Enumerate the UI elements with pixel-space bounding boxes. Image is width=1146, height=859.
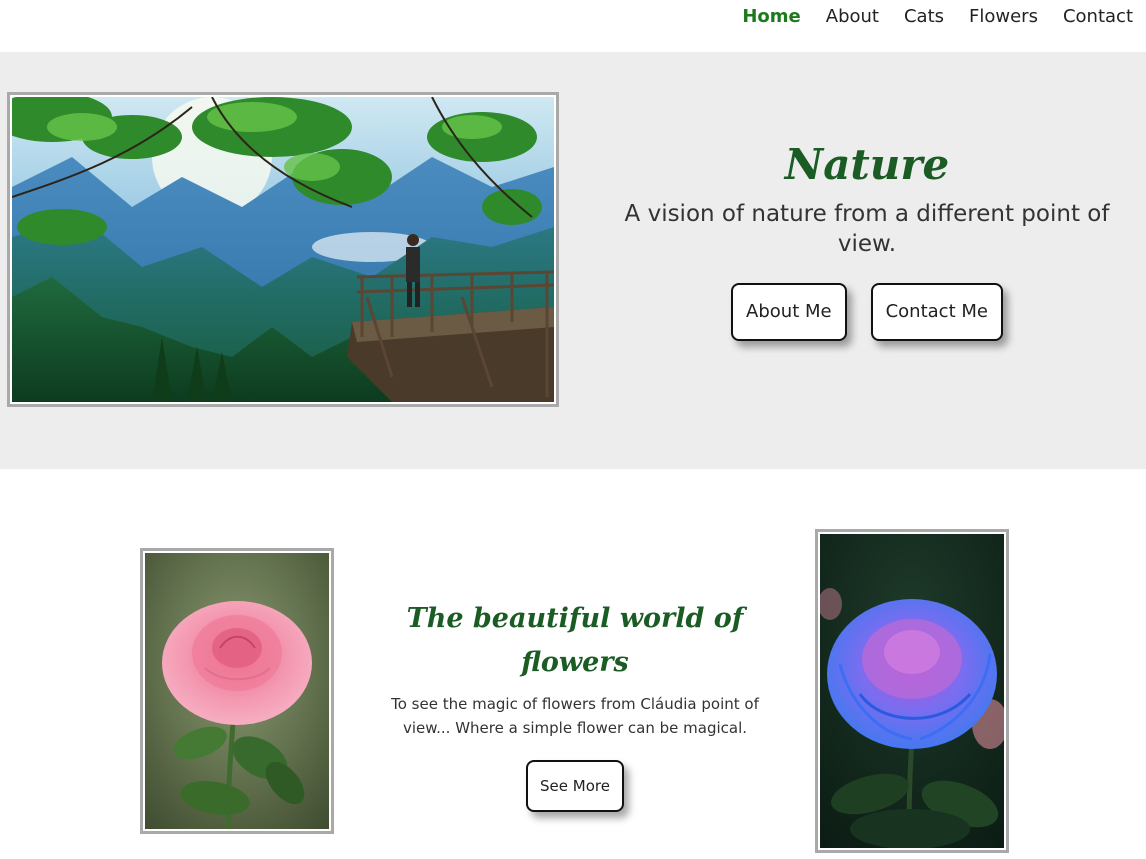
hero-text-block: Nature A vision of nature from a differe… xyxy=(600,137,1134,341)
nav-flowers-link[interactable]: Flowers xyxy=(969,5,1038,29)
see-more-button[interactable]: See More xyxy=(526,760,624,812)
pink-rose-image xyxy=(140,548,334,834)
mountain-viewpoint-illustration xyxy=(12,97,554,402)
nav-links: Home About Cats Flowers Contact xyxy=(717,5,1133,29)
nav-about-link[interactable]: About xyxy=(826,5,879,29)
hero-section: Nature A vision of nature from a differe… xyxy=(0,52,1146,469)
flowers-title: The beautiful world of flowers xyxy=(406,603,744,678)
blue-rose-illustration xyxy=(820,534,1004,848)
hero-subtitle: A vision of nature from a different poin… xyxy=(624,201,1110,257)
pink-rose-illustration xyxy=(145,553,329,829)
nav-contact-link[interactable]: Contact xyxy=(1063,5,1133,29)
top-navigation: Home About Cats Flowers Contact xyxy=(0,0,1146,52)
nav-home-link[interactable]: Home xyxy=(742,5,800,29)
flowers-description: To see the magic of flowers from Cláudia… xyxy=(391,695,759,737)
hero-buttons: About Me Contact Me xyxy=(600,283,1134,341)
about-me-button[interactable]: About Me xyxy=(731,283,847,341)
hero-nature-image xyxy=(7,92,559,407)
flowers-text-block: The beautiful world of flowers To see th… xyxy=(370,597,780,812)
blue-rose-image xyxy=(815,529,1009,853)
contact-me-button[interactable]: Contact Me xyxy=(870,283,1003,341)
nav-cats-link[interactable]: Cats xyxy=(904,5,944,29)
hero-title: Nature xyxy=(784,140,950,189)
